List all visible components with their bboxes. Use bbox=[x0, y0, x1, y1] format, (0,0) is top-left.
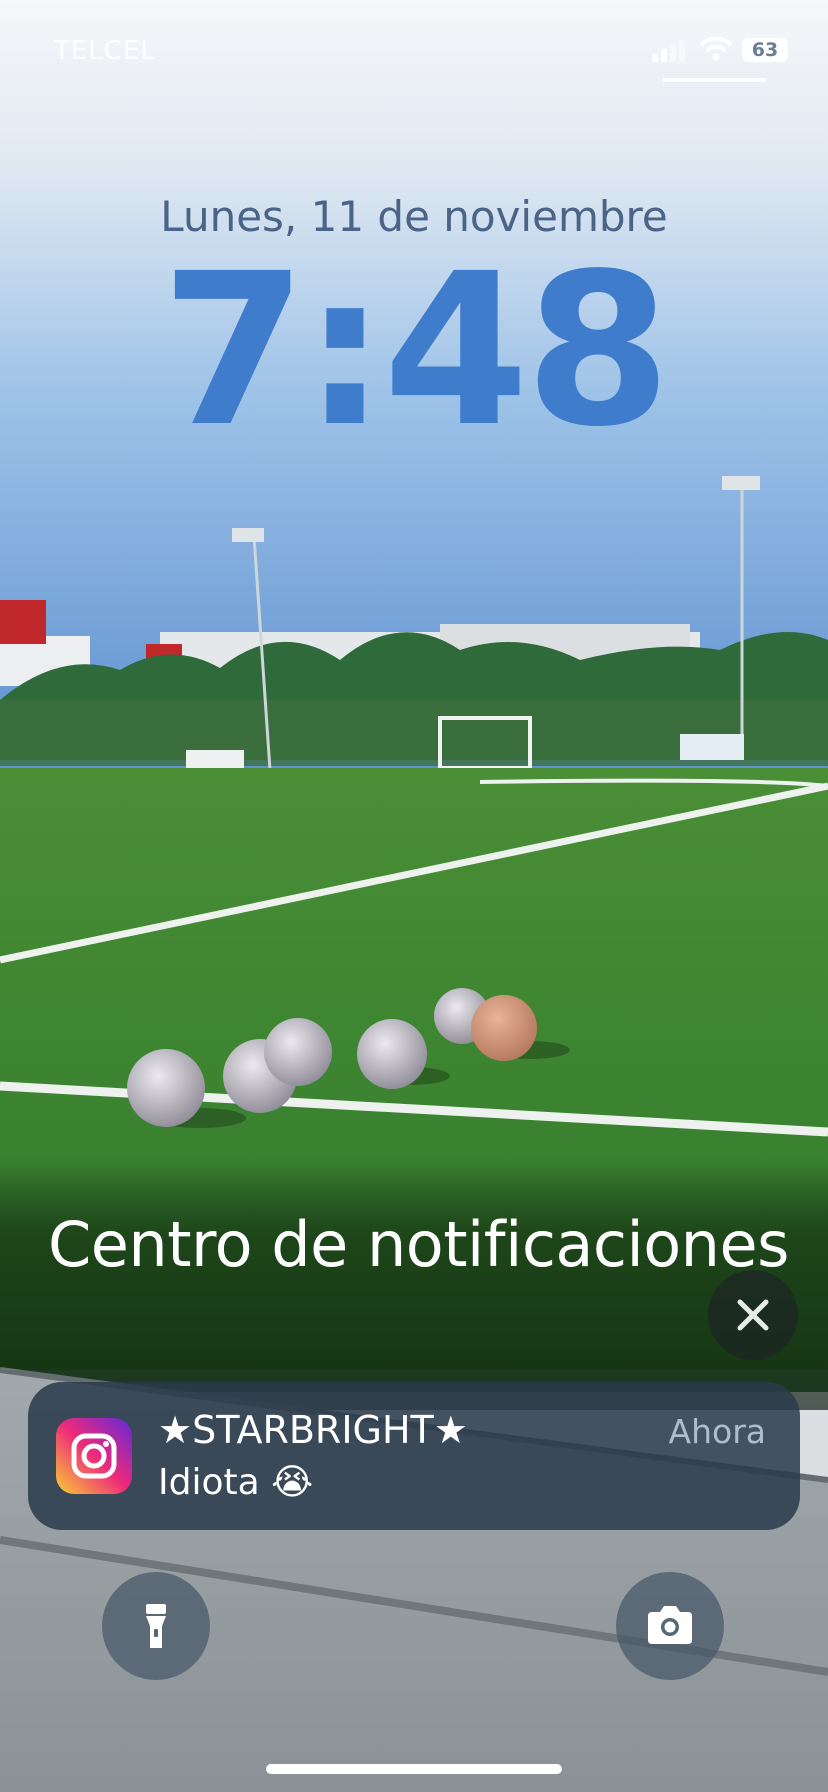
lock-time: 7:48 bbox=[160, 228, 671, 473]
notification-sender: ★STARBRIGHT★ bbox=[158, 1408, 468, 1452]
notification-center-title: Centro de notificaciones bbox=[48, 1208, 789, 1281]
signal-icon bbox=[652, 39, 685, 62]
close-icon bbox=[737, 1299, 769, 1331]
wifi-icon bbox=[699, 36, 733, 61]
flashlight-button[interactable] bbox=[102, 1572, 210, 1680]
home-indicator[interactable] bbox=[266, 1764, 562, 1774]
status-indicators: 63 bbox=[648, 30, 798, 70]
notification-card[interactable]: ★STARBRIGHT★ Idiota 😭 Ahora bbox=[28, 1382, 800, 1530]
battery-level: 63 bbox=[742, 38, 788, 62]
instagram-icon bbox=[56, 1418, 132, 1494]
carrier-label: TELCEL bbox=[54, 36, 156, 66]
flashlight-icon bbox=[146, 1604, 166, 1648]
clear-notifications-button[interactable] bbox=[708, 1270, 798, 1360]
status-bar: TELCEL 63 bbox=[0, 0, 828, 100]
camera-icon bbox=[648, 1606, 692, 1644]
notification-time: Ahora bbox=[668, 1412, 766, 1451]
control-center-grabber[interactable] bbox=[662, 78, 766, 82]
notification-message: Idiota 😭 bbox=[158, 1462, 314, 1503]
camera-button[interactable] bbox=[616, 1572, 724, 1680]
